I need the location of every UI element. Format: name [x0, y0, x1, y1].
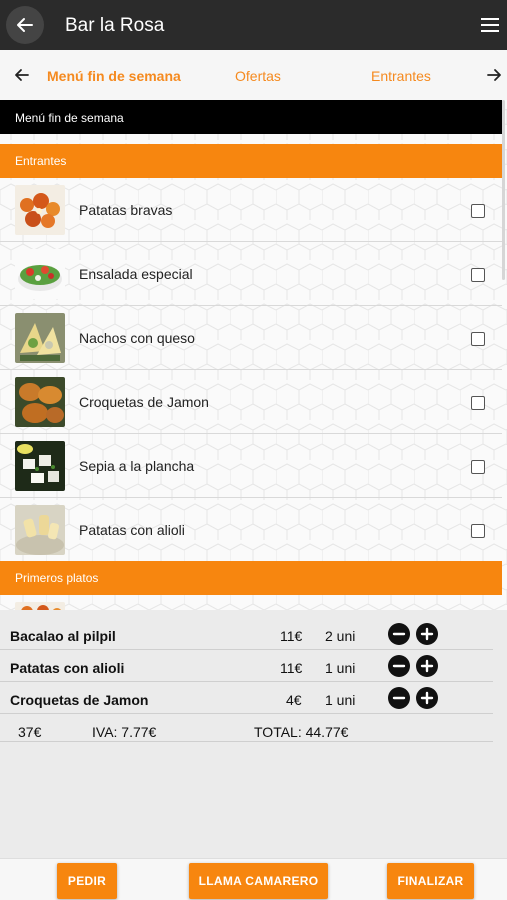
order-row: Bacalao al pilpil 11€ 2 uni	[0, 618, 493, 650]
plus-icon	[420, 659, 434, 673]
order-summary: Bacalao al pilpil 11€ 2 uni Patatas con …	[0, 610, 507, 858]
sepia-photo	[15, 441, 65, 491]
dish-row[interactable]: Croquetas de Jamon	[0, 370, 502, 434]
scrollbar[interactable]	[502, 100, 505, 280]
dish-checkbox[interactable]	[471, 524, 485, 538]
section-header-primeros-platos: Primeros platos	[0, 561, 502, 595]
dish-name: Patatas bravas	[79, 202, 173, 218]
arrow-right-icon[interactable]	[486, 67, 502, 83]
dish-name: Croquetas de Jamon	[79, 394, 209, 410]
dish-row[interactable]: Ensalada especial	[0, 242, 502, 306]
plus-icon	[420, 691, 434, 705]
finalizar-button[interactable]: FINALIZAR	[387, 863, 474, 899]
croquetas-photo	[15, 377, 65, 427]
dish-checkbox[interactable]	[471, 204, 485, 218]
order-item-name: Bacalao al pilpil	[10, 628, 116, 644]
hamburger-menu-icon[interactable]	[481, 17, 499, 33]
dish-row[interactable]: Nachos con queso	[0, 306, 502, 370]
pedir-button[interactable]: PEDIR	[57, 863, 117, 899]
order-item-qty: 1 uni	[325, 692, 356, 708]
tab-menu-fin-de-semana[interactable]: Menú fin de semana	[47, 68, 181, 84]
order-row: Patatas con alioli 11€ 1 uni	[0, 650, 493, 682]
arrow-left-icon	[17, 18, 33, 32]
tab-entrantes[interactable]: Entrantes	[371, 68, 431, 84]
dish-name: Ensalada especial	[79, 266, 193, 282]
plus-button[interactable]	[416, 623, 438, 645]
minus-button[interactable]	[388, 623, 410, 645]
minus-icon	[392, 696, 406, 700]
nachos-photo	[15, 313, 65, 363]
bottom-action-bar: PEDIR LLAMA CAMARERO FINALIZAR	[0, 858, 507, 900]
minus-button[interactable]	[388, 655, 410, 677]
dish-name: Sepia a la plancha	[79, 458, 195, 474]
dish-row[interactable]: Patatas bravas	[0, 178, 502, 242]
minus-icon	[392, 632, 406, 636]
section-header-entrantes: Entrantes	[0, 144, 502, 178]
dish-photo	[15, 602, 65, 610]
dish-row[interactable]	[0, 595, 502, 610]
menu-title-bar: Menú fin de semana	[0, 100, 502, 134]
category-tabs: Menú fin de semana Ofertas Entrantes	[0, 50, 507, 100]
order-row: Croquetas de Jamon 4€ 1 uni	[0, 682, 493, 714]
iva-value: IVA: 7.77€	[92, 724, 157, 740]
plus-icon	[420, 627, 434, 641]
patatas-bravas-photo	[15, 185, 65, 235]
dish-row[interactable]: Patatas con alioli	[0, 498, 502, 562]
dish-checkbox[interactable]	[471, 268, 485, 282]
dish-checkbox[interactable]	[471, 332, 485, 346]
plus-button[interactable]	[416, 655, 438, 677]
llama-camarero-button[interactable]: LLAMA CAMARERO	[189, 863, 328, 899]
minus-icon	[392, 664, 406, 668]
app-bar: Bar la Rosa	[0, 0, 507, 50]
order-item-qty: 2 uni	[325, 628, 356, 644]
order-item-name: Patatas con alioli	[10, 660, 125, 676]
minus-button[interactable]	[388, 687, 410, 709]
plus-button[interactable]	[416, 687, 438, 709]
arrow-left-icon[interactable]	[14, 67, 30, 83]
back-button[interactable]	[6, 6, 44, 44]
dish-checkbox[interactable]	[471, 396, 485, 410]
order-item-name: Croquetas de Jamon	[10, 692, 149, 708]
app-title: Bar la Rosa	[65, 15, 165, 36]
total-value: TOTAL: 44.77€	[254, 724, 349, 740]
alioli-photo	[15, 505, 65, 555]
dish-name: Patatas con alioli	[79, 522, 185, 538]
dish-name: Nachos con queso	[79, 330, 195, 346]
order-item-price: 11€	[280, 660, 303, 676]
order-item-qty: 1 uni	[325, 660, 356, 676]
totals-row: 37€ IVA: 7.77€ TOTAL: 44.77€	[0, 716, 493, 742]
ensalada-photo	[15, 249, 65, 299]
dish-checkbox[interactable]	[471, 460, 485, 474]
dish-row[interactable]: Sepia a la plancha	[0, 434, 502, 498]
menu-list[interactable]: Menú fin de semana Entrantes Patatas bra…	[0, 100, 507, 610]
subtotal-value: 37€	[18, 724, 42, 740]
order-item-price: 11€	[280, 628, 303, 644]
tab-ofertas[interactable]: Ofertas	[235, 68, 281, 84]
order-item-price: 4€	[286, 692, 302, 708]
